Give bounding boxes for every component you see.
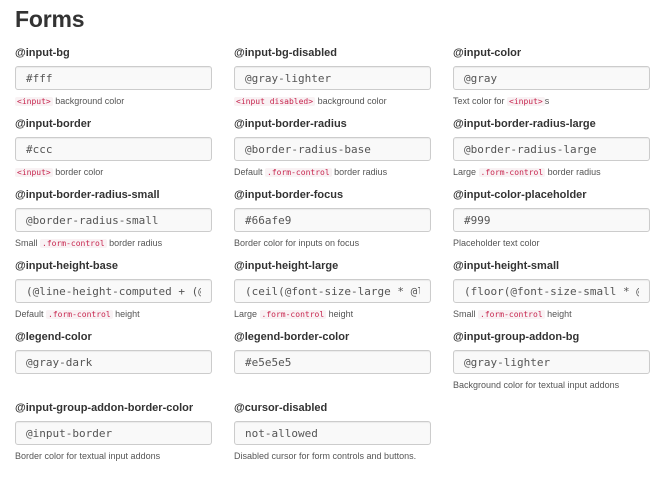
variable-label: @input-group-addon-border-color bbox=[15, 402, 194, 414]
variable-label: @input-height-small bbox=[453, 260, 560, 272]
variable-label: @input-bg bbox=[15, 47, 70, 59]
help-text: <input disabled> background color bbox=[234, 96, 387, 106]
help-text: Text color for <input> s bbox=[453, 96, 550, 106]
variable-cell: @legend-border-color bbox=[234, 330, 431, 374]
variable-cell: @input-height-base Default .form-control… bbox=[15, 259, 212, 320]
page-title: Forms bbox=[15, 6, 85, 32]
variable-label: @input-height-base bbox=[15, 260, 118, 272]
variable-cell: @input-color Text color for <input>s bbox=[453, 46, 650, 107]
variable-label: @legend-border-color bbox=[234, 331, 350, 343]
variable-input[interactable] bbox=[15, 137, 212, 161]
help-text: Small .form-control height bbox=[453, 309, 572, 319]
variable-cell: @cursor-disabled Disabled cursor for for… bbox=[234, 401, 431, 462]
inline-code: .form-control bbox=[478, 310, 545, 319]
variable-input[interactable] bbox=[453, 208, 650, 232]
variable-label: @input-border-radius-large bbox=[453, 118, 596, 130]
variable-label: @input-color-placeholder bbox=[453, 189, 587, 201]
variable-input[interactable] bbox=[234, 137, 431, 161]
variable-label: @input-height-large bbox=[234, 260, 339, 272]
variable-cell: @input-group-addon-bg Background color f… bbox=[453, 330, 650, 391]
variable-input[interactable] bbox=[453, 279, 650, 303]
variable-label: @input-group-addon-bg bbox=[453, 331, 580, 343]
help-text: Large .form-control border radius bbox=[453, 167, 601, 177]
variable-label: @input-border-radius-small bbox=[15, 189, 160, 201]
help-text: Border color for textual input addons bbox=[15, 451, 161, 461]
inline-code: <input> bbox=[15, 97, 53, 106]
help-text: Background color for textual input addon… bbox=[453, 380, 620, 390]
inline-code: .form-control bbox=[259, 310, 327, 319]
variable-cell: @input-border-focus Border color for inp… bbox=[234, 188, 431, 249]
variable-input[interactable] bbox=[234, 66, 431, 90]
variable-cell: @input-border-radius Default .form-contr… bbox=[234, 117, 431, 178]
help-text: Small .form-control border radius bbox=[15, 238, 163, 248]
variable-input[interactable] bbox=[453, 66, 650, 90]
variable-cell: @legend-color bbox=[15, 330, 212, 374]
inline-code: <input> bbox=[507, 97, 545, 106]
variable-label: @input-border bbox=[15, 118, 92, 130]
variable-input[interactable] bbox=[234, 279, 431, 303]
variable-cell: @input-border-radius-large Large .form-c… bbox=[453, 117, 650, 178]
variable-input[interactable] bbox=[453, 350, 650, 374]
inline-code: <input> bbox=[15, 168, 53, 177]
variable-input[interactable] bbox=[234, 350, 431, 374]
help-text: Large .form-control height bbox=[234, 309, 354, 319]
variable-cell: @input-color-placeholder Placeholder tex… bbox=[453, 188, 650, 249]
help-text: Default .form-control height bbox=[15, 309, 140, 319]
variable-input[interactable] bbox=[15, 350, 212, 374]
variable-label: @legend-color bbox=[15, 331, 92, 343]
variable-label: @cursor-disabled bbox=[234, 402, 328, 414]
help-text: Placeholder text color bbox=[453, 238, 540, 248]
variable-cell: @input-group-addon-border-color Border c… bbox=[15, 401, 212, 462]
variable-input[interactable] bbox=[15, 66, 212, 90]
help-text: Disabled cursor for form controls and bu… bbox=[234, 451, 417, 461]
variable-label: @input-bg-disabled bbox=[234, 47, 337, 59]
variable-label: @input-border-focus bbox=[234, 189, 344, 201]
help-text: Border color for inputs on focus bbox=[234, 238, 360, 248]
inline-code: .form-control bbox=[478, 168, 546, 177]
help-text: Default .form-control border radius bbox=[234, 167, 388, 177]
variable-cell: @input-height-small Small .form-control … bbox=[453, 259, 650, 320]
inline-code: <input disabled> bbox=[234, 97, 316, 106]
help-text: <input> background color bbox=[15, 96, 125, 106]
inline-code: .form-control bbox=[265, 168, 332, 177]
variable-input[interactable] bbox=[15, 279, 212, 303]
variable-cell: @input-bg-disabled <input disabled> back… bbox=[234, 46, 431, 107]
variable-input[interactable] bbox=[453, 137, 650, 161]
variable-cell: @input-bg <input> background color bbox=[15, 46, 212, 107]
inline-code: .form-control bbox=[46, 310, 113, 319]
help-text: <input> border color bbox=[15, 167, 104, 177]
variable-label: @input-color bbox=[453, 47, 522, 59]
variable-input[interactable] bbox=[234, 421, 431, 445]
variable-cell: @input-height-large Large .form-control … bbox=[234, 259, 431, 320]
variable-label: @input-border-radius bbox=[234, 118, 347, 130]
variable-input[interactable] bbox=[15, 208, 212, 232]
variable-input[interactable] bbox=[234, 208, 431, 232]
variable-cell: @input-border <input> border color bbox=[15, 117, 212, 178]
variable-input[interactable] bbox=[15, 421, 212, 445]
inline-code: .form-control bbox=[40, 239, 107, 248]
variable-cell: @input-border-radius-small Small .form-c… bbox=[15, 188, 212, 249]
